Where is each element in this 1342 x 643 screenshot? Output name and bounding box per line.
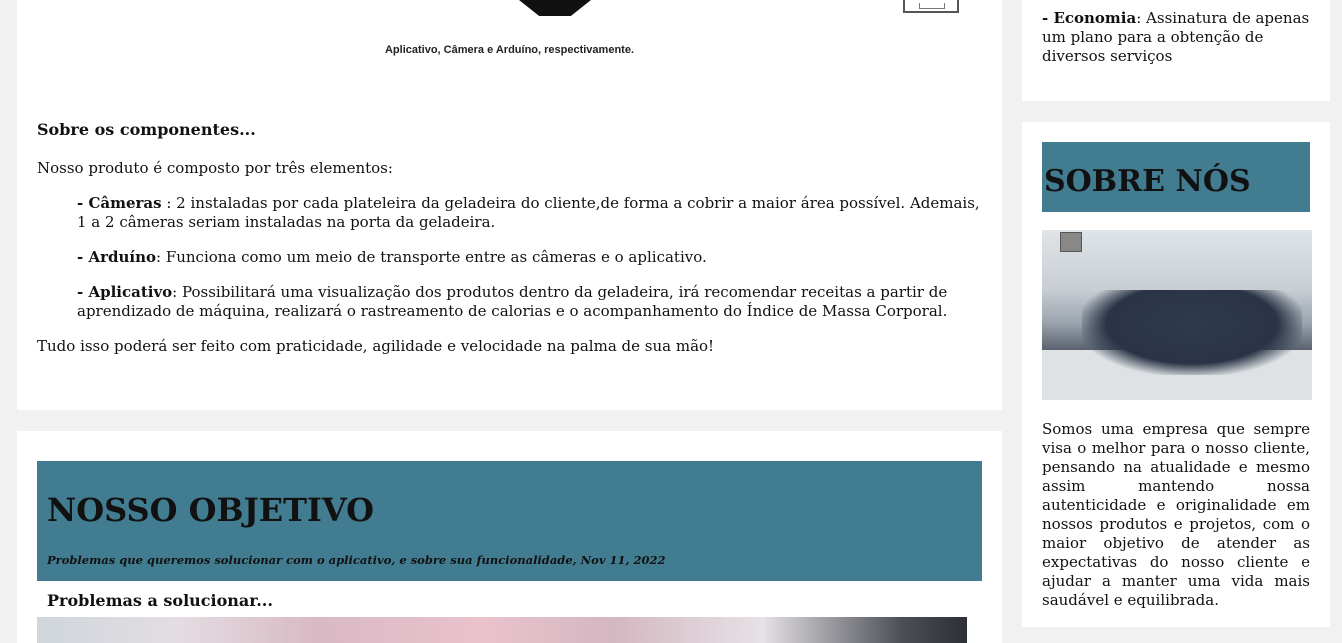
- economy-item: - Economia: Assinatura de apenas um plan…: [1042, 9, 1312, 66]
- about-us-card: SOBRE NÓS Somos uma empresa que sempre v…: [1022, 122, 1330, 627]
- arduino-image-fragment: [903, 0, 959, 13]
- app-image-fragment: [519, 0, 591, 16]
- image-caption: Aplicativo, Câmera e Arduíno, respectiva…: [384, 44, 634, 56]
- components-heading: Sobre os componentes...: [37, 120, 256, 139]
- objective-image: [37, 617, 967, 643]
- list-item-cameras: - Câmeras : 2 instaladas por cada platel…: [77, 194, 982, 232]
- components-intro: Nosso produto é composto por três elemen…: [37, 159, 393, 177]
- item-term: - Aplicativo: [77, 283, 173, 301]
- components-closing: Tudo isso poderá ser feito com praticida…: [37, 337, 715, 355]
- item-text: : Funciona como um meio de transporte en…: [156, 248, 707, 266]
- about-text: Somos uma empresa que sempre visa o melh…: [1042, 420, 1310, 609]
- sidebar-advantages-card: - Economia: Assinatura de apenas um plan…: [1022, 0, 1330, 101]
- people-group: [1082, 290, 1302, 375]
- item-term: - Arduíno: [77, 248, 156, 266]
- list-item-arduino: - Arduíno: Funciona como um meio de tran…: [77, 248, 982, 267]
- objective-card: NOSSO OBJETIVO Problemas que queremos so…: [17, 431, 1002, 643]
- objective-title: NOSSO OBJETIVO: [47, 491, 375, 529]
- problems-heading: Problemas a solucionar...: [47, 591, 273, 610]
- item-text: : 2 instaladas por cada plateleira da ge…: [77, 194, 980, 231]
- about-banner: SOBRE NÓS: [1042, 142, 1310, 212]
- objective-banner: NOSSO OBJETIVO Problemas que queremos so…: [37, 461, 982, 581]
- product-components-card: Aplicativo, Câmera e Arduíno, respectiva…: [17, 0, 1002, 410]
- economy-term: - Economia: [1042, 9, 1137, 27]
- clock-icon: [1060, 232, 1082, 252]
- list-item-app: - Aplicativo: Possibilitará uma visualiz…: [77, 283, 982, 321]
- about-title: SOBRE NÓS: [1044, 164, 1251, 199]
- team-photo: [1042, 230, 1312, 400]
- objective-subtitle: Problemas que queremos solucionar com o …: [47, 553, 666, 567]
- item-term: - Câmeras: [77, 194, 162, 212]
- item-text: : Possibilitará uma visualização dos pro…: [77, 283, 948, 320]
